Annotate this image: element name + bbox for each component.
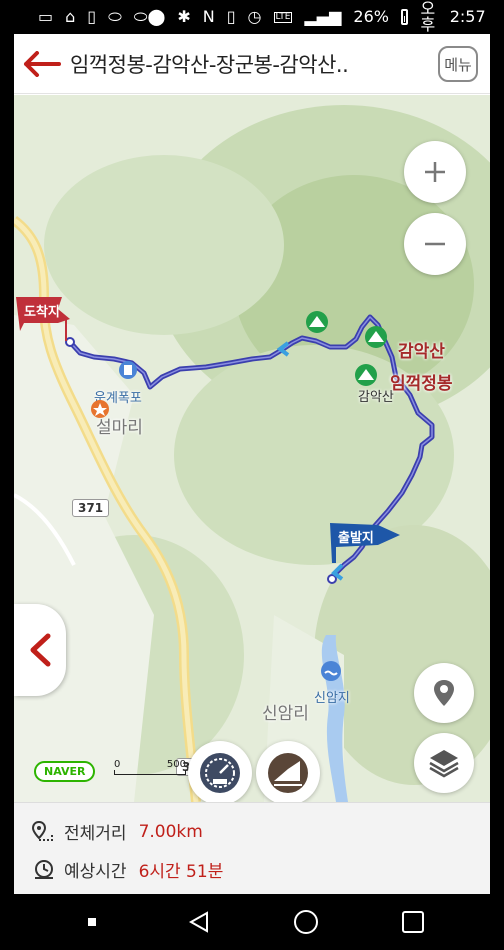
location-icon: ⬤ [147, 7, 166, 26]
map-view[interactable]: 도착지 출발지 운계폭포 감악산 신암지 감악산 임꺽정봉 설마리 신암리 37… [14, 95, 490, 802]
layers-button[interactable] [414, 733, 474, 793]
start-flag-marker[interactable]: 출발지 [330, 523, 420, 573]
panel-toggle-button[interactable] [14, 604, 66, 696]
time-label: 예상시간 [64, 862, 127, 882]
elevation-profile-button[interactable] [256, 741, 320, 802]
start-flag-label: 출발지 [338, 531, 374, 546]
naver-logo: NAVER [34, 761, 96, 782]
battery-icon [400, 9, 409, 25]
end-flag-marker[interactable]: 도착지 [16, 297, 80, 353]
reservoir-marker-icon [321, 661, 341, 681]
my-location-button[interactable] [414, 663, 474, 723]
system-nav-bar [14, 894, 490, 950]
app-icon: ▯ [87, 7, 97, 26]
poi-gamaksan-label[interactable]: 감악산 [358, 386, 394, 405]
peak-marker-icon [355, 364, 377, 386]
chevron-left-icon [30, 633, 51, 667]
page-title: 임꺽정봉-감악산-장군봉-감악산.. [70, 52, 349, 77]
nav-recents-button[interactable] [393, 902, 433, 942]
time-value: 6시간 51분 [138, 862, 224, 882]
place-label-seolmari: 설마리 [96, 418, 143, 438]
route-info-panel: 전체거리 7.00km 예상시간 6시간 51분 [14, 802, 490, 894]
speedometer-button[interactable] [188, 741, 252, 802]
plus-icon [425, 162, 445, 182]
time-row: 예상시간 6시간 51분 [32, 857, 223, 882]
back-button[interactable] [14, 34, 70, 94]
minus-icon [425, 242, 445, 246]
recent-dot-button[interactable] [72, 902, 112, 942]
scale-max-label: 500 [166, 759, 186, 770]
phone-frame: ▭ ⌂ ▯ ⬭ ⬭ ⬤ ✱ N ▯ ◷ LTE ▂▄▆ 26% 오후 2:57 [0, 0, 504, 950]
place-label-sinamri: 신암리 [262, 704, 309, 724]
pill-icon: ⬭ [108, 7, 122, 26]
nav-home-button[interactable] [286, 902, 326, 942]
route-distance-icon [32, 820, 53, 841]
location-pin-icon [434, 680, 454, 706]
battery-percent: 26% [353, 7, 389, 26]
nav-home-icon [293, 910, 318, 934]
status-left-icons: ▭ ⌂ ▯ ⬭ ⬭ [38, 9, 147, 25]
square-dot-icon [87, 918, 96, 926]
waterfall-marker-icon [119, 361, 137, 379]
alarm-icon: ◷ [247, 7, 262, 26]
home-app-icon: ⌂ [65, 7, 76, 26]
menu-button[interactable]: 메뉴 [438, 46, 478, 82]
bluetooth-icon: ✱ [177, 7, 191, 26]
pill-icon: ⬭ [133, 7, 148, 26]
elevation-icon [268, 753, 308, 793]
vibrate-icon: ▯ [226, 7, 236, 26]
distance-row: 전체거리 7.00km [32, 819, 203, 844]
back-arrow-icon [24, 50, 61, 77]
nfc-icon: N [202, 7, 215, 26]
estimated-time-icon [35, 859, 53, 879]
poi-reservoir-label[interactable]: 신암지 [314, 687, 350, 706]
scale-min-label: 0 [114, 759, 121, 770]
peak-label-gamaksan[interactable]: 감악산 [398, 337, 445, 362]
nav-recents-icon [401, 911, 424, 933]
distance-label: 전체거리 [64, 824, 127, 844]
status-bar: ▭ ⌂ ▯ ⬭ ⬭ ⬤ ✱ N ▯ ◷ LTE ▂▄▆ 26% 오후 2:57 [14, 0, 490, 34]
scale-bar [114, 770, 186, 775]
zoom-out-button[interactable] [404, 213, 466, 275]
distance-value: 7.00km [138, 821, 203, 842]
map-scale: 0 500 [114, 759, 186, 777]
end-flag-label: 도착지 [24, 305, 60, 320]
mountain-marker-icon [306, 311, 328, 333]
layers-icon [429, 750, 459, 778]
app-screen: 임꺽정봉-감악산-장군봉-감악산.. 메뉴 도착지 출발지 운계폭포 감악산 신… [14, 34, 490, 894]
peak-marker-icon [365, 326, 387, 348]
zoom-in-button[interactable] [404, 141, 466, 203]
nav-back-button[interactable] [179, 902, 219, 942]
signal-icon: ▂▄▆ [304, 7, 342, 26]
network-type: LTE [273, 11, 293, 23]
peak-label-imkkeokjeongbong[interactable]: 임꺽정봉 [390, 369, 453, 394]
speedometer-icon [200, 753, 240, 793]
nav-back-icon [188, 911, 208, 933]
header: 임꺽정봉-감악산-장군봉-감악산.. 메뉴 [14, 34, 490, 94]
time-ampm: 오후 [420, 0, 436, 34]
status-right-icons: ⬤ ✱ N ▯ ◷ LTE ▂▄▆ 26% 오후 2:57 [147, 1, 485, 33]
road-number-badge: 371 [72, 499, 110, 517]
clock-time: 2:57 [449, 7, 486, 26]
message-icon: ▭ [38, 7, 54, 26]
